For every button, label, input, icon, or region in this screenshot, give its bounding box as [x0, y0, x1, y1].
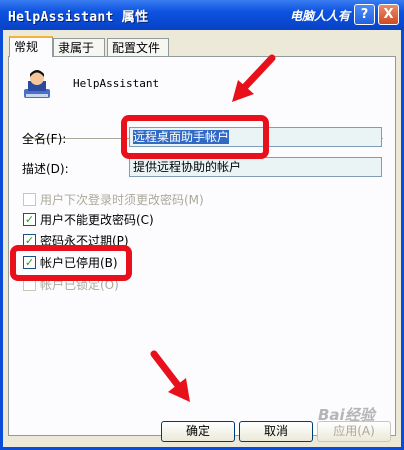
- watermark-top: 电脑人人有: [290, 9, 351, 23]
- fullname-label: 全名(F):: [22, 132, 67, 146]
- tab-profile[interactable]: 配置文件: [107, 38, 169, 56]
- user-account-icon: [24, 70, 50, 98]
- checkbox-must-change-password[interactable]: [23, 193, 36, 206]
- dialog-client: 常规 隶属于 配置文件 HelpAssistant 全名(F): 远程桌面助手帐…: [3, 30, 401, 447]
- checkbox-cannot-change-password-label: 用户不能更改密码(C): [40, 213, 154, 227]
- tab-general[interactable]: 常规: [9, 36, 53, 57]
- close-button[interactable]: X: [378, 4, 399, 25]
- cancel-button[interactable]: 取消: [239, 421, 313, 442]
- title-bar[interactable]: HelpAssistant 属性 电脑人人有 ? X: [0, 0, 404, 30]
- checkbox-must-change-password-label: 用户下次登录时须更改密码(M): [40, 193, 204, 207]
- ok-button[interactable]: 确定: [161, 421, 235, 442]
- help-button[interactable]: ?: [354, 4, 375, 25]
- watermark-bottom: Bai经验: [318, 406, 375, 424]
- username-label: HelpAssistant: [73, 77, 160, 90]
- properties-dialog: HelpAssistant 属性 电脑人人有 ? X 常规 隶属于 配置文件 H…: [0, 0, 404, 450]
- annotation-arrow-ok: [150, 350, 190, 402]
- annotation-box-fullname: [121, 115, 269, 159]
- window-title: HelpAssistant 属性: [8, 10, 149, 25]
- annotation-arrow-fullname: [232, 54, 276, 102]
- tab-member-of[interactable]: 隶属于: [53, 38, 105, 56]
- annotation-box-disabled: [10, 245, 132, 281]
- description-label: 描述(D):: [22, 162, 69, 176]
- checkbox-cannot-change-password[interactable]: ✓: [23, 213, 36, 226]
- description-field[interactable]: 提供远程协助的帐户: [129, 157, 382, 177]
